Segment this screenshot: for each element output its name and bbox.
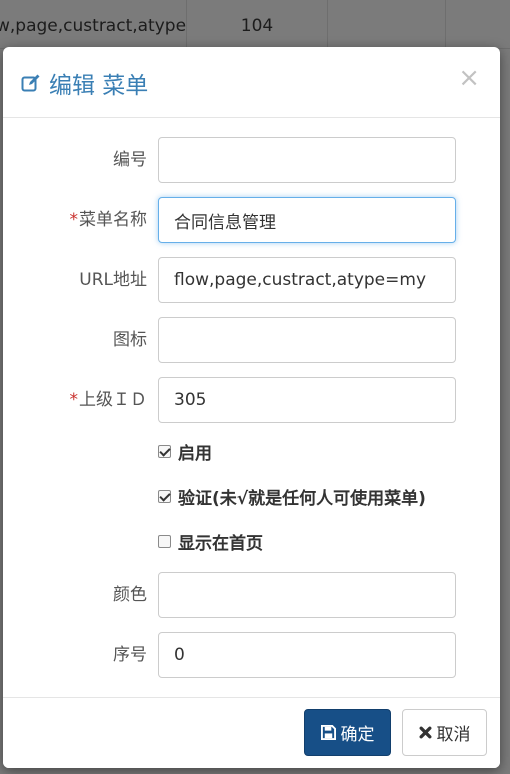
cancel-button[interactable]: 取消 xyxy=(402,709,487,756)
edit-menu-dialog: 编辑 菜单 × 编号 *菜单名称 URL地址 图标 *上级ＩＤ 启用 验证(未√… xyxy=(3,47,500,768)
save-icon xyxy=(320,725,336,740)
verify-checkbox[interactable] xyxy=(158,489,171,503)
parent-id-input[interactable] xyxy=(158,377,456,423)
table-row: w,page,custract,atype 104 xyxy=(0,0,510,49)
enabled-label: 启用 xyxy=(178,443,212,464)
form-row-color: 颜色 xyxy=(3,572,500,618)
name-input[interactable] xyxy=(158,197,456,243)
form-row-name: *菜单名称 xyxy=(3,197,500,243)
verify-checkbox-row[interactable]: 验证(未√就是任何人可使用菜单) xyxy=(158,483,426,509)
form-row-order: 序号 xyxy=(3,632,500,678)
table-cell-url: w,page,custract,atype xyxy=(0,0,187,48)
id-label: 编号 xyxy=(113,150,147,170)
order-input[interactable] xyxy=(158,632,456,678)
dialog-title-text: 编辑 菜单 xyxy=(49,73,149,99)
enabled-checkbox-row[interactable]: 启用 xyxy=(158,438,212,464)
form-row-id: 编号 xyxy=(3,137,500,183)
icon-label: 图标 xyxy=(113,330,147,350)
table-cell xyxy=(328,0,446,48)
form-row-icon: 图标 xyxy=(3,317,500,363)
parent-id-label: *上级ＩＤ xyxy=(69,390,148,410)
name-label: *菜单名称 xyxy=(69,210,148,230)
order-label: 序号 xyxy=(113,645,147,665)
color-label: 颜色 xyxy=(113,585,147,605)
show-home-checkbox-row[interactable]: 显示在首页 xyxy=(158,528,263,554)
required-mark: * xyxy=(69,390,79,410)
verify-label: 验证(未√就是任何人可使用菜单) xyxy=(178,488,426,509)
id-input[interactable] xyxy=(158,137,456,183)
form-row-url: URL地址 xyxy=(3,257,500,303)
close-button[interactable]: × xyxy=(458,65,480,91)
edit-icon xyxy=(21,73,41,93)
show-home-label: 显示在首页 xyxy=(178,533,263,554)
confirm-button[interactable]: 确定 xyxy=(304,709,391,756)
table-cell xyxy=(446,0,510,48)
icon-input[interactable] xyxy=(158,317,456,363)
dialog-header: 编辑 菜单 × xyxy=(3,47,500,118)
confirm-label: 确定 xyxy=(340,725,375,745)
url-label: URL地址 xyxy=(79,270,147,290)
cancel-label: 取消 xyxy=(436,725,471,745)
color-input[interactable] xyxy=(158,572,456,618)
enabled-checkbox[interactable] xyxy=(158,444,171,458)
show-home-checkbox[interactable] xyxy=(158,534,171,548)
table-cell-num: 104 xyxy=(187,0,328,48)
required-mark: * xyxy=(69,210,79,230)
url-input[interactable] xyxy=(158,257,456,303)
dialog-title: 编辑 菜单 xyxy=(21,66,148,100)
dialog-footer: 确定 取消 xyxy=(3,697,500,768)
form-row-parent-id: *上级ＩＤ xyxy=(3,377,500,423)
close-icon xyxy=(419,726,431,739)
